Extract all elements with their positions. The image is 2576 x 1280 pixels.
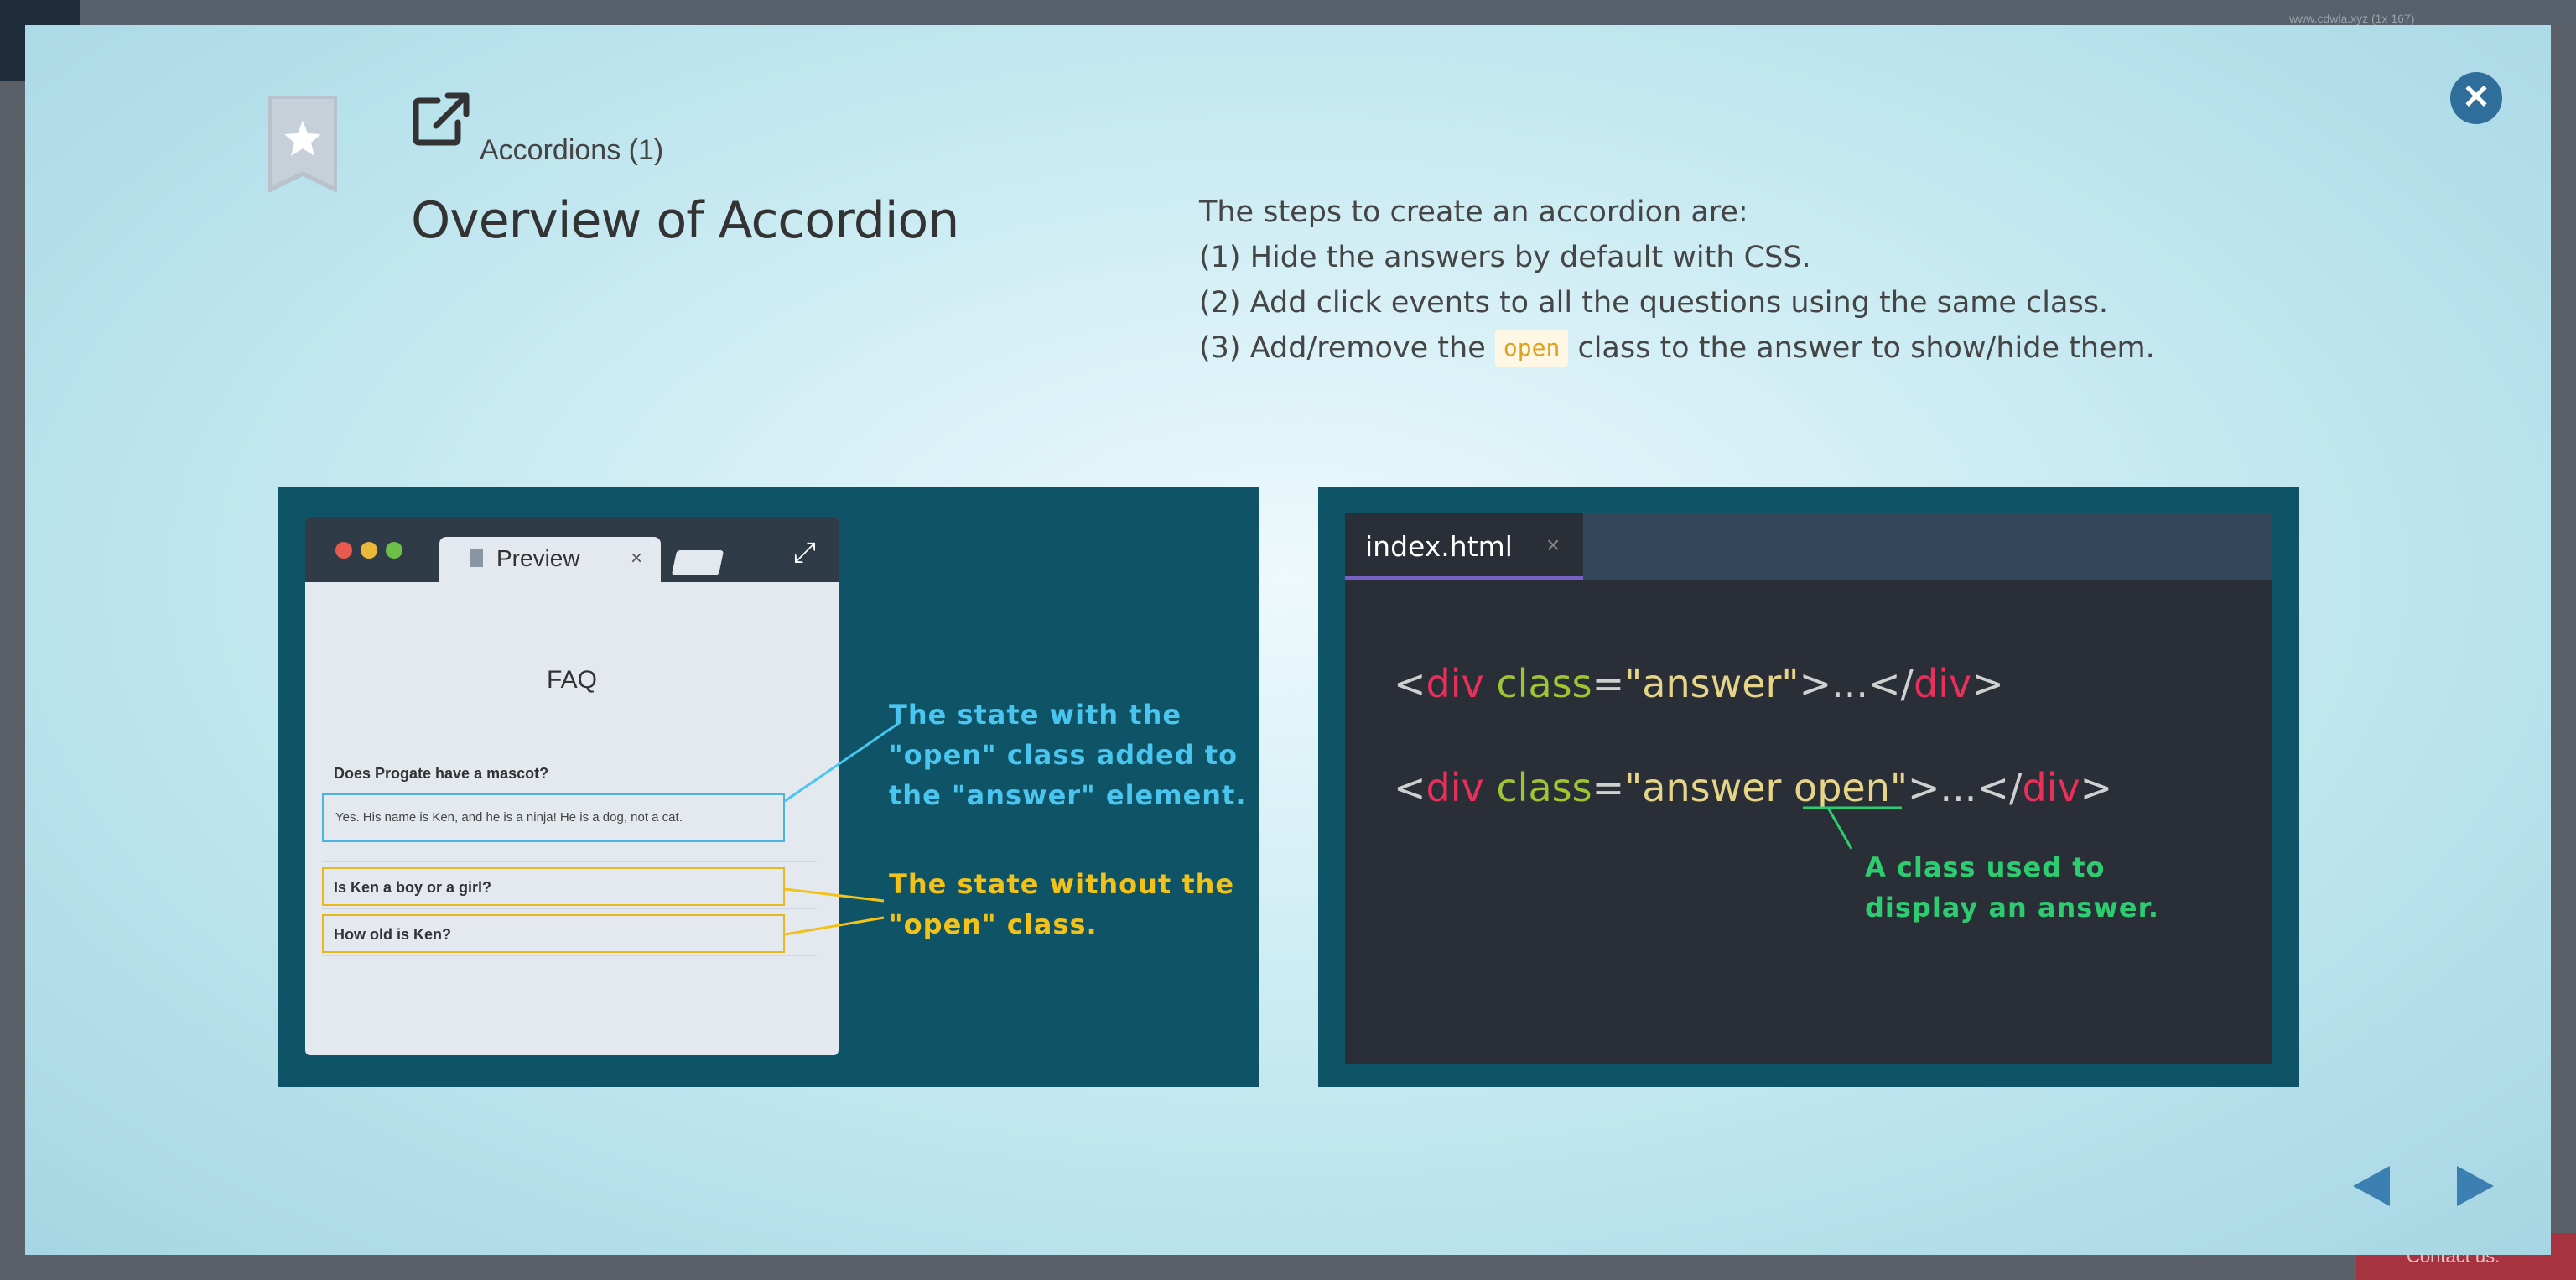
browser-tab-preview: Preview × (439, 537, 661, 582)
browser-preview: Preview × ⤢ FAQ Does Progate have a masc… (305, 517, 839, 1055)
divider (322, 908, 817, 909)
faq-answer-1: Yes. His name is Ken, and he is a ninja!… (335, 810, 683, 825)
faq-answer-open: Yes. His name is Ken, and he is a ninja!… (322, 793, 785, 842)
code-token: >...</ (1799, 661, 1914, 706)
annotation-closed-line-2: "open" class. (889, 908, 1098, 940)
slide-code-panel: index.html × <div class="answer">...</di… (1318, 487, 2299, 1087)
editor-tab-bar: index.html × (1345, 513, 2272, 580)
divider (322, 955, 817, 956)
faq-title: FAQ (546, 666, 597, 694)
code-attr: class (1496, 661, 1592, 706)
faq-question-3: How old is Ken? (334, 926, 452, 943)
code-attr: class (1496, 765, 1592, 810)
code-string: "answer open" (1624, 765, 1909, 810)
background-topbar (0, 0, 2576, 25)
tab-index-html: index.html × (1345, 513, 1583, 580)
tab-close-icon: × (630, 547, 642, 570)
code-token: = (1592, 765, 1625, 810)
open-class-code: open (1494, 330, 1569, 367)
tab-close-icon: × (1546, 532, 1561, 558)
annotation-open-line-2: "open" class added to (889, 739, 1239, 771)
code-token: >...</ (1908, 765, 2023, 810)
faq-question-1: Does Progate have a mascot? (334, 765, 549, 782)
close-icon[interactable]: ✕ (2450, 72, 2502, 124)
faq-question-2: Is Ken a boy or a girl? (334, 879, 492, 896)
code-editor: index.html × <div class="answer">...</di… (1345, 513, 2272, 1064)
steps-description: The steps to create an accordion are: (1… (1199, 190, 2155, 371)
annotation-open-line-1: The state with the (889, 699, 1182, 731)
window-maximize-dot (386, 542, 402, 559)
faq-question-3-box: How old is Ken? (322, 914, 785, 953)
lesson-name[interactable]: Accordions (1) (480, 134, 663, 167)
code-token: < (1394, 765, 1426, 810)
window-minimize-dot (361, 542, 377, 559)
slide-preview-panel: Preview × ⤢ FAQ Does Progate have a masc… (278, 487, 1259, 1087)
steps-intro: The steps to create an accordion are: (1199, 195, 1748, 229)
browser-tab-label: Preview (496, 545, 580, 571)
faq-question-2-box: Is Ken a boy or a girl? (322, 867, 785, 906)
expand-icon: ⤢ (793, 537, 817, 569)
code-token: > (1971, 661, 2004, 706)
code-line-2: <div class="answer open">...</div> (1394, 765, 2112, 810)
annotation-closed-line-1: The state without the (889, 868, 1235, 900)
annotation-green-line-1: A class used to (1865, 851, 2106, 883)
window-close-dot (335, 542, 352, 559)
code-token: < (1394, 661, 1426, 706)
annotation-open-class: A class used to display an answer. (1865, 847, 2159, 928)
background-url: www.cdwla.xyz (1x 167) (2289, 12, 2415, 25)
step-3: (3) Add/remove the open class to the ans… (1199, 325, 2155, 371)
code-string: "answer" (1624, 661, 1800, 706)
code-line-1: <div class="answer">...</div> (1394, 661, 2004, 706)
step-2: (2) Add click events to all the question… (1199, 286, 2109, 320)
external-link-icon[interactable] (413, 92, 470, 146)
annotation-open-state: The state with the "open" class added to… (889, 695, 1247, 815)
lesson-modal: ✕ Accordions (1) Overview of Accordion T… (25, 25, 2551, 1255)
code-tag: div (1914, 661, 1972, 706)
browser-toolbar: Preview × ⤢ (305, 517, 839, 582)
page-title: Overview of Accordion (411, 191, 959, 250)
step-3-before: (3) Add/remove the (1199, 331, 1486, 365)
new-tab-icon (671, 550, 724, 575)
divider (322, 861, 817, 862)
annotation-closed-state: The state without the "open" class. (889, 864, 1234, 944)
code-tag: div (2022, 765, 2080, 810)
annotation-green-line-2: display an answer. (1865, 892, 2159, 924)
step-1: (1) Hide the answers by default with CSS… (1199, 241, 1811, 274)
file-icon (470, 549, 483, 567)
step-3-after: class to the answer to show/hide them. (1577, 331, 2155, 365)
code-tag: div (1426, 661, 1484, 706)
code-tag: div (1426, 765, 1484, 810)
code-token: > (2080, 765, 2113, 810)
code-token: = (1592, 661, 1625, 706)
bookmark-star-icon[interactable] (268, 96, 337, 193)
arrow-right-icon[interactable] (2457, 1166, 2494, 1206)
annotation-open-line-3: the "answer" element. (889, 779, 1247, 811)
arrow-left-icon[interactable] (2353, 1166, 2390, 1206)
editor-tab-label: index.html (1365, 530, 1513, 563)
